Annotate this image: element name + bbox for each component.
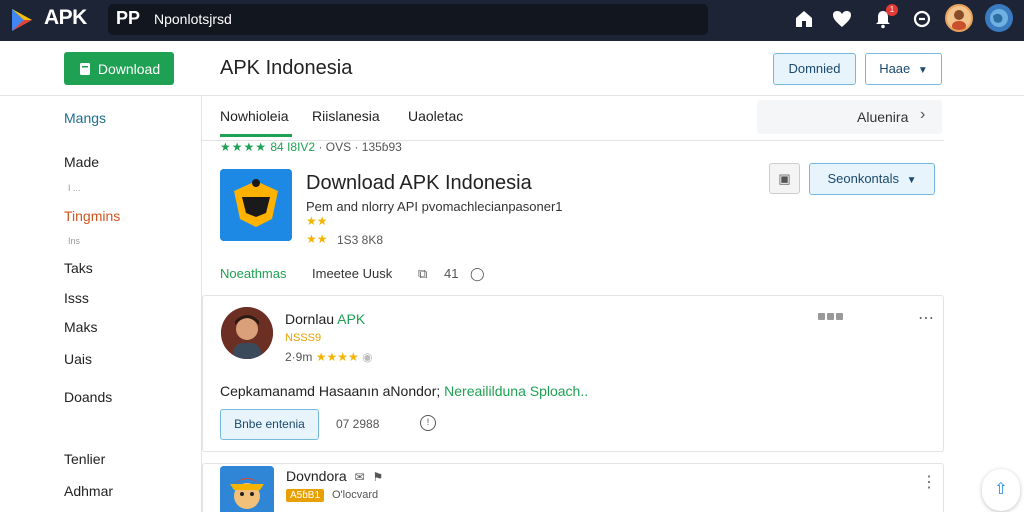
tab-riislanesia[interactable]: Riislanesia (312, 108, 380, 124)
item-meta: O'locvard (332, 489, 379, 501)
tab-more-label: Aluenira (857, 109, 909, 125)
bookmark-button[interactable]: ▣ (769, 163, 800, 194)
sidebar-item-isss[interactable]: Isss (64, 290, 89, 306)
chevron-right-icon[interactable]: › (920, 106, 925, 124)
app-meta-count: 41 (444, 266, 459, 281)
review-date: 07 2988 (336, 417, 380, 431)
header-secondary-label: Haae (879, 61, 911, 76)
more-options-vertical-icon[interactable]: ⋮ (921, 472, 937, 492)
rating-stats: · OVS · 135ɓ93 (318, 140, 402, 154)
info-icon: ◉ (362, 350, 373, 364)
rating-tag: I8IV2 (287, 140, 316, 154)
search-value: Nponlotsjrsd (154, 11, 232, 27)
reviewer-avatar[interactable] (221, 307, 273, 359)
bookmark-icon: ▣ (778, 171, 791, 186)
home-icon[interactable] (792, 7, 816, 31)
page-title: APK Indonesia (220, 57, 353, 79)
sidebar-item-maks[interactable]: Maks (64, 319, 97, 335)
sidebar-item-taks[interactable]: Taks (64, 260, 93, 276)
user-avatar[interactable] (945, 4, 973, 32)
review-text-body: Cepkamanamd Hasaanın aNondor; (220, 383, 441, 399)
sidebar-subtext: I ... (68, 183, 81, 193)
sidebar-item-uais[interactable]: Uais (64, 351, 92, 367)
item-name-text: Dovndora (286, 468, 347, 484)
apk-logo-icon[interactable] (8, 6, 36, 34)
indicator-dots-icon (818, 313, 843, 320)
sidebar-item-made[interactable]: Made (64, 154, 99, 170)
app-stars-secondary: ★★ (306, 232, 328, 246)
globe-icon[interactable] (985, 4, 1013, 32)
app-description: Pem and nlorry API pvomachlecianpasoner1 (306, 199, 563, 214)
tab-uaoletac[interactable]: Uaoletac (408, 108, 463, 124)
chevron-down-icon: ▼ (906, 175, 917, 186)
chat-icon[interactable]: ◯ (470, 266, 485, 282)
sidebar-item-mangs[interactable]: Mangs (64, 110, 106, 126)
app-action-button[interactable]: Seonkontals ▼ (809, 163, 935, 195)
review-text-link[interactable]: Nereaililduna Sploach.. (444, 383, 588, 399)
app-stars: ★★ (306, 214, 328, 228)
reviewer-name-text: Dornlau (285, 311, 335, 327)
review-action-button[interactable]: Bnbe entenia (220, 409, 319, 440)
sidebar-item-tenlier[interactable]: Tenlier (64, 451, 105, 467)
sidebar-item-doands[interactable]: Doands (64, 389, 112, 405)
tag-icon: ⚑ (372, 470, 384, 484)
tab-more[interactable] (757, 100, 942, 134)
sidebar-subtext: Ins (68, 236, 81, 246)
reviewer-name[interactable]: Dornlau APK (285, 311, 365, 327)
item-app-icon[interactable] (220, 466, 274, 512)
review-meta: 2·9m ★★★★ ◉ (285, 350, 373, 364)
top-bar: APK PP Nponlotsjrsd 1 (0, 0, 1024, 41)
scroll-up-button[interactable]: ⇧ (982, 469, 1020, 511)
more-options-icon[interactable]: ⋯ (918, 308, 934, 328)
item-badge: A5ɓB1 (286, 489, 325, 502)
notification-badge: 1 (886, 4, 898, 16)
review-stars: ★★★★ (315, 350, 359, 364)
search-logo: PP (116, 8, 141, 28)
download-button[interactable]: Download (64, 52, 174, 85)
app-icon (220, 169, 292, 241)
compass-icon[interactable] (910, 7, 934, 31)
tab-nowhioleia[interactable]: Nowhioleia (220, 108, 288, 124)
app-action-label: Seonkontals (827, 171, 900, 186)
logo-text[interactable]: APK (44, 6, 87, 30)
reviewer-tag: NSSS9 (285, 332, 322, 344)
active-tab-indicator (220, 134, 292, 137)
rating-stars: ★★★★ (220, 140, 268, 154)
app-meta-text: Imeetee Uusk (312, 266, 393, 281)
clock-icon[interactable]: ! (420, 415, 436, 431)
app-stats: 1S3 8K8 (337, 233, 384, 247)
sidebar-item-tingmins[interactable]: Tingmins (64, 208, 120, 224)
share-icon[interactable]: ⧉ (418, 266, 427, 282)
app-title: Download APK Indonesia (306, 172, 532, 194)
header-primary-button[interactable]: Domnied (773, 53, 856, 85)
download-icon (79, 62, 90, 75)
item-name[interactable]: Dovndora ✉ ⚑ (286, 468, 383, 484)
reviewer-name-highlight: APK (337, 311, 366, 327)
review-text: Cepkamanamd Hasaanın aNondor; Nereailild… (220, 383, 588, 399)
app-meta-link[interactable]: Noeathmas (220, 266, 286, 281)
review-time: 2·9m (285, 350, 313, 364)
download-button-label: Download (97, 60, 161, 77)
search-input[interactable]: PP Nponlotsjrsd (108, 4, 708, 35)
heart-icon[interactable] (830, 7, 854, 31)
chevron-down-icon: ▼ (917, 65, 928, 76)
rating-score: 84 (270, 140, 284, 154)
sidebar-item-adhmar[interactable]: Adhmar (64, 483, 113, 499)
header-divider (0, 95, 1024, 96)
header-secondary-button[interactable]: Haae ▼ (865, 53, 942, 85)
rating-strip: ★★★★ 84 I8IV2 · OVS · 135ɓ93 (220, 140, 402, 154)
message-icon: ✉ (354, 470, 365, 484)
